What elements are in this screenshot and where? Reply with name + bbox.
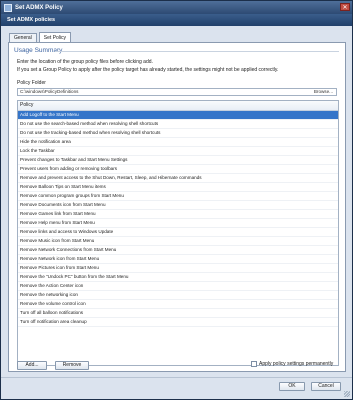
policy-list-item[interactable]: Hide the notification area — [18, 138, 338, 147]
add-button[interactable]: Add... — [17, 361, 47, 370]
policy-list-item[interactable]: Prevent users from adding or removing to… — [18, 165, 338, 174]
policy-list-item[interactable]: Remove Music icon from Start Menu — [18, 237, 338, 246]
policy-list-item[interactable]: Remove the volume control icon — [18, 300, 338, 309]
policy-folder-value: C:\windows\PolicyDefinitions — [20, 89, 79, 94]
close-button[interactable]: ✕ — [340, 3, 350, 11]
policy-list-item[interactable]: Remove Games link from Start Menu — [18, 210, 338, 219]
policy-list-item[interactable]: Remove Balloon Tips on Start Menu items — [18, 183, 338, 192]
policy-list-item[interactable]: Do not use the tracking-based method whe… — [18, 129, 338, 138]
policy-list-item[interactable]: Remove the "Undock PC" button from the S… — [18, 273, 338, 282]
header-title: Set ADMX policies — [7, 17, 56, 23]
policy-list-item[interactable]: Remove Documents icon from Start Menu — [18, 201, 338, 210]
policy-list-item[interactable]: Remove Pictures icon from Start Menu — [18, 264, 338, 273]
window-title: Set ADMX Policy — [15, 4, 63, 11]
dialog-header: Set ADMX policies — [1, 14, 352, 26]
policy-folder-field[interactable]: C:\windows\PolicyDefinitions Browse... — [17, 88, 337, 96]
section-divider — [55, 51, 339, 52]
usage-line-2: If you set a Group Policy to apply after… — [17, 67, 279, 73]
footer-divider — [1, 377, 352, 378]
remove-button[interactable]: Remove — [55, 361, 89, 370]
policy-list-item[interactable]: Remove links and access to Windows Updat… — [18, 228, 338, 237]
apply-permanently-label: Apply policy settings permanently — [259, 361, 334, 367]
cancel-button[interactable]: Cancel — [311, 382, 341, 391]
policy-list-item[interactable]: Prevent changes to Taskbar and Start Men… — [18, 156, 338, 165]
policy-list-item[interactable]: Remove the networking icon — [18, 291, 338, 300]
usage-line-1: Enter the location of the group policy f… — [17, 59, 153, 65]
policy-list[interactable]: Policy Add Logoff to the Start Menu Do no… — [17, 100, 339, 366]
policy-list-item[interactable]: Lock the Taskbar — [18, 147, 338, 156]
close-icon: ✕ — [342, 5, 348, 11]
apply-permanently-option[interactable]: Apply policy settings permanently — [251, 361, 333, 367]
policy-list-item[interactable]: Remove Network icon from Start Menu — [18, 255, 338, 264]
policy-list-item[interactable]: Add Logoff to the Start Menu — [18, 111, 338, 120]
ok-button[interactable]: OK — [279, 382, 305, 391]
admx-policy-window: Set ADMX Policy ✕ Set ADMX policies Gene… — [0, 0, 353, 400]
policy-column-header[interactable]: Policy — [18, 101, 338, 111]
title-bar[interactable]: Set ADMX Policy ✕ — [1, 1, 352, 14]
tab-strip: General Set Policy — [9, 31, 73, 43]
policy-list-item[interactable]: Remove and prevent access to the Shut Do… — [18, 174, 338, 183]
policy-list-item[interactable]: Remove Network Connections from Start Me… — [18, 246, 338, 255]
policy-list-item[interactable]: Remove Help menu from Start Menu — [18, 219, 338, 228]
policy-list-item[interactable]: Turn off all balloon notifications — [18, 309, 338, 318]
policy-list-item[interactable]: Remove the Action Center icon — [18, 282, 338, 291]
set-policy-panel: Usage Summary Enter the location of the … — [8, 42, 346, 372]
resize-grip[interactable] — [344, 391, 350, 397]
policy-list-item[interactable]: Turn off notification area cleanup — [18, 318, 338, 327]
policy-folder-label: Policy Folder — [17, 80, 46, 86]
policy-list-item[interactable]: Do not use the search-based method when … — [18, 120, 338, 129]
apply-permanently-checkbox[interactable] — [251, 361, 257, 367]
policy-list-item[interactable]: Remove common program groups from Start … — [18, 192, 338, 201]
app-icon — [4, 3, 12, 12]
browse-button[interactable]: Browse... — [314, 89, 333, 95]
